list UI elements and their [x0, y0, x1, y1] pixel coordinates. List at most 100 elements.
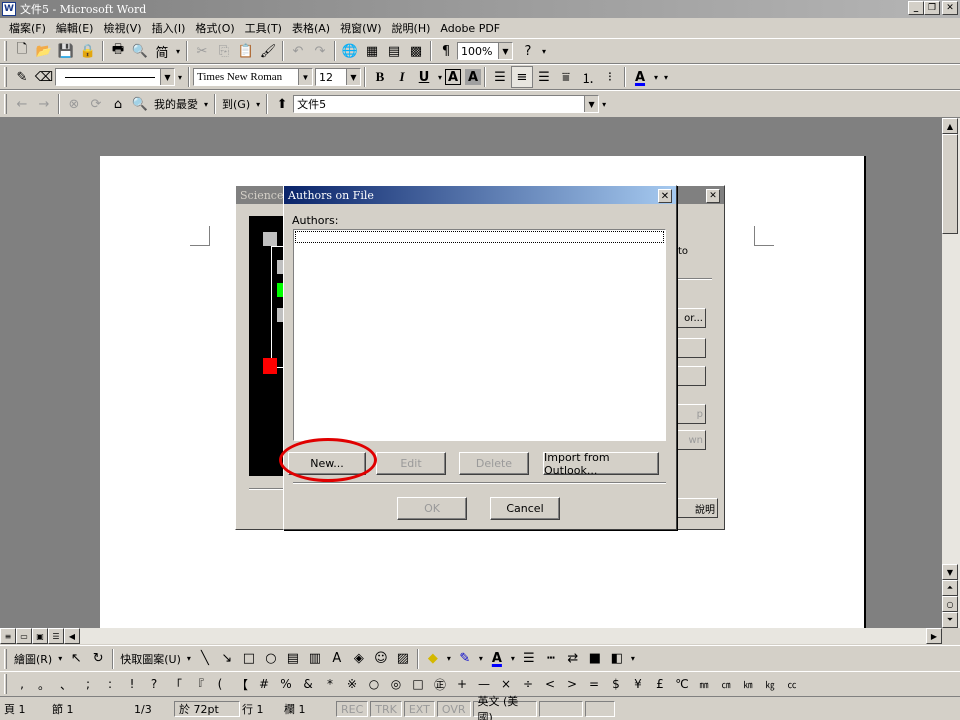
font-color-icon[interactable]: A	[486, 648, 508, 670]
show-hide-icon[interactable]: ¶	[435, 40, 457, 62]
scroll-thumb[interactable]	[942, 134, 958, 234]
line-style-combo[interactable]: ▼	[55, 68, 175, 86]
symbol-button[interactable]: +	[451, 677, 473, 691]
refresh-icon[interactable]: ⟳	[85, 93, 107, 115]
web-view-icon[interactable]: ▭	[16, 628, 32, 644]
align-right-icon[interactable]: ☰	[533, 66, 555, 88]
symbol-button[interactable]: #	[253, 677, 275, 691]
bullets-icon[interactable]: ⁝	[599, 66, 621, 88]
chevron-down-icon[interactable]: ▾	[253, 93, 263, 115]
menu-window[interactable]: 視窗(W)	[335, 20, 386, 36]
status-ovr[interactable]: OVR	[436, 701, 471, 717]
chevron-down-icon[interactable]: ▾	[599, 93, 609, 115]
normal-view-icon[interactable]: ≡	[0, 628, 16, 644]
bold-icon[interactable]: B	[369, 66, 391, 88]
3d-icon[interactable]: ◧	[606, 648, 628, 670]
horizontal-scrollbar[interactable]: ≡ ▭ ▣ ☰ ◀ ▶	[0, 628, 942, 644]
menu-view[interactable]: 檢視(V)	[98, 20, 146, 36]
symbol-button[interactable]: >	[561, 677, 583, 691]
chevron-down-icon[interactable]: ▾	[201, 93, 211, 115]
scroll-down-icon[interactable]: ▼	[942, 564, 958, 580]
symbol-button[interactable]: ㎏	[759, 678, 781, 691]
forward-arrow-icon[interactable]: →	[33, 93, 55, 115]
vertical-scrollbar[interactable]: ▲ ▼ ⏶ ○ ⏷	[942, 118, 960, 628]
paste-icon[interactable]: 📋	[235, 40, 257, 62]
select-pointer-icon[interactable]: ↖	[65, 648, 87, 670]
symbol-button[interactable]: =	[583, 677, 605, 691]
oval-icon[interactable]: ○	[260, 648, 282, 670]
symbol-button[interactable]: ÷	[517, 677, 539, 691]
vertical-textbox-icon[interactable]: ▥	[304, 648, 326, 670]
chevron-down-icon[interactable]: ▼	[298, 69, 312, 85]
symbol-button[interactable]: %	[275, 677, 297, 691]
favorites-menu[interactable]: 我的最愛	[151, 96, 201, 112]
toolbar-grip[interactable]	[4, 41, 7, 61]
previous-page-icon[interactable]: ⏶	[942, 580, 958, 596]
symbol-button[interactable]: (	[209, 677, 231, 691]
symbol-button[interactable]: £	[649, 677, 671, 691]
menu-format[interactable]: 格式(O)	[190, 20, 239, 36]
format-painter-icon[interactable]: 🖌	[257, 40, 279, 62]
chevron-down-icon[interactable]: ▾	[173, 40, 183, 62]
numbering-icon[interactable]: ⒈	[577, 66, 599, 88]
symbol-button[interactable]: ℃	[671, 677, 693, 691]
distributed-icon[interactable]: ⩸	[555, 66, 577, 88]
window-titlebar[interactable]: W 文件5 - Microsoft Word _ ❐ ✕	[0, 0, 960, 18]
symbol-button[interactable]: ◎	[385, 677, 407, 691]
convert-chinese-button[interactable]: 简	[151, 40, 173, 62]
chevron-down-icon[interactable]: ▾	[661, 66, 671, 88]
address-combo[interactable]: 文件5 ▼	[293, 95, 600, 113]
symbol-button[interactable]: ;	[77, 677, 99, 691]
search-web-icon[interactable]: 🔍	[129, 93, 151, 115]
pencil-icon[interactable]: ✎	[11, 66, 33, 88]
draw-menu[interactable]: 繪圖(R)	[11, 651, 55, 667]
ok-button[interactable]: OK	[397, 497, 467, 520]
print-view-icon[interactable]: ▣	[32, 628, 48, 644]
print-icon[interactable]: 🖶	[107, 40, 129, 62]
diagram-icon[interactable]: ◈	[348, 648, 370, 670]
authors-list[interactable]	[293, 229, 666, 441]
status-rec[interactable]: REC	[336, 701, 369, 717]
line-color-icon[interactable]: ✎	[454, 648, 476, 670]
rectangle-icon[interactable]: □	[238, 648, 260, 670]
permission-icon[interactable]: 🔒	[77, 40, 99, 62]
insert-excel-icon[interactable]: ▩	[405, 40, 427, 62]
back-arrow-icon[interactable]: ←	[11, 93, 33, 115]
align-justify-icon[interactable]: ☰	[489, 66, 511, 88]
symbol-button[interactable]: □	[407, 677, 429, 691]
insert-table-icon[interactable]: ▤	[383, 40, 405, 62]
close-window-button[interactable]: ✕	[942, 1, 958, 15]
menu-insert[interactable]: 插入(I)	[147, 20, 191, 36]
shadow-icon[interactable]: ■	[584, 648, 606, 670]
chevron-down-icon[interactable]: ▾	[55, 648, 65, 670]
toolbar-grip[interactable]	[4, 648, 7, 669]
background-button-5[interactable]: wn	[676, 430, 706, 450]
status-trk[interactable]: TRK	[370, 701, 402, 717]
chevron-down-icon[interactable]: ▾	[628, 648, 638, 670]
toolbar-grip[interactable]	[4, 94, 7, 114]
symbol-button[interactable]: 、	[55, 676, 77, 693]
list-item[interactable]	[295, 231, 664, 243]
restore-button[interactable]: ❐	[924, 1, 940, 15]
close-icon[interactable]: ✕	[706, 189, 720, 203]
font-color-icon[interactable]: A	[629, 66, 651, 88]
character-shading-icon[interactable]: A	[465, 69, 481, 85]
toolbar-grip[interactable]	[4, 67, 7, 87]
cancel-button[interactable]: Cancel	[490, 497, 560, 520]
menu-table[interactable]: 表格(A)	[287, 20, 335, 36]
background-button-1[interactable]: or...	[676, 308, 706, 328]
scroll-right-icon[interactable]: ▶	[926, 628, 942, 644]
minimize-button[interactable]: _	[908, 1, 924, 15]
outline-view-icon[interactable]: ☰	[48, 628, 64, 644]
next-page-icon[interactable]: ⏷	[942, 612, 958, 628]
tables-borders-icon[interactable]: ▦	[361, 40, 383, 62]
clipart-icon[interactable]: ☺	[370, 648, 392, 670]
chevron-down-icon[interactable]: ▾	[476, 648, 486, 670]
menu-file[interactable]: 檔案(F)	[4, 20, 51, 36]
chevron-down-icon[interactable]: ▼	[346, 69, 360, 85]
chevron-down-icon[interactable]: ▼	[584, 96, 599, 112]
open-folder-icon[interactable]: 📂	[33, 40, 55, 62]
chevron-down-icon[interactable]: ▾	[184, 648, 194, 670]
import-outlook-button[interactable]: Import from Outlook...	[543, 451, 659, 477]
delete-author-button[interactable]: Delete	[459, 452, 529, 475]
